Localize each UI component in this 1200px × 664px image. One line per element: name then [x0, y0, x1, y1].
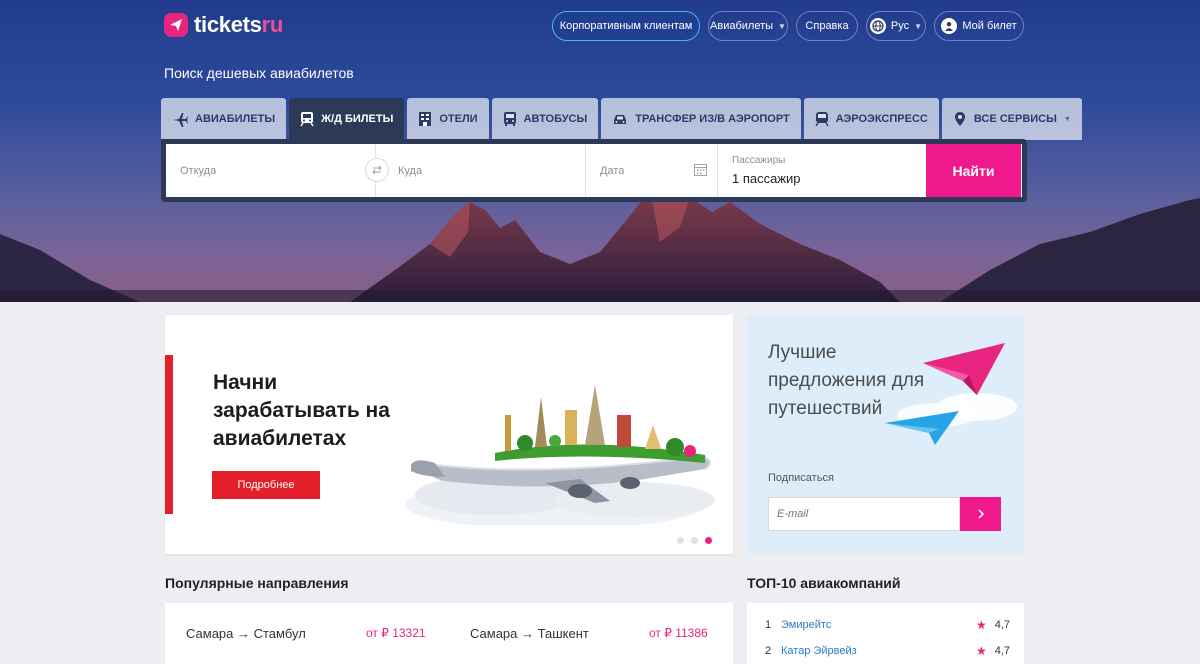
banner-headline: Начни зарабатывать на авиабилетах: [213, 371, 390, 450]
from-field[interactable]: Откуда: [166, 144, 376, 197]
corporate-clients-label: Корпоративным клиентам: [559, 20, 693, 32]
user-icon: [941, 18, 958, 34]
airline-name[interactable]: Эмирейтс: [781, 619, 976, 631]
airline-name[interactable]: Катар Эйрвейз: [781, 645, 976, 657]
star-icon: ★: [975, 618, 987, 632]
route-link[interactable]: Самара → Стамбул: [186, 626, 306, 641]
airplane-icon: [173, 113, 188, 127]
passengers-field[interactable]: Пассажиры 1 пассажир: [718, 144, 926, 197]
car-icon: [614, 115, 627, 124]
tab-label: АВТОБУСЫ: [523, 113, 588, 125]
airplane-travel-illustration: [405, 385, 715, 525]
tab-label: ОТЕЛИ: [439, 113, 478, 125]
to-placeholder: Куда: [398, 164, 423, 177]
aeroexpress-icon: [815, 112, 829, 127]
email-field[interactable]: [768, 497, 960, 531]
star-icon: ★: [975, 644, 987, 658]
tab-buses[interactable]: АВТОБУСЫ: [491, 98, 599, 140]
swap-direction-icon[interactable]: [365, 158, 389, 182]
service-tabs: АВИАБИЛЕТЫ Ж/Д БИЛЕТЫ ОТЕЛИ АВТОБУСЫ ТРА…: [161, 98, 1082, 140]
hero-subtitle: Поиск дешевых авиабилетов: [164, 65, 354, 81]
subscribe-title: Лучшие предложения для путешествий: [768, 342, 925, 419]
search-form: Откуда Куда Дата Пассажиры 1 пассажир На…: [161, 139, 1027, 202]
chevron-right-icon: [977, 509, 984, 519]
language-label: Рус: [890, 20, 910, 32]
list-item[interactable]: 1 Эмирейтс ★ 4,7: [765, 617, 1010, 633]
hotel-icon: [419, 112, 432, 126]
carousel-dot[interactable]: [691, 537, 698, 544]
list-item[interactable]: 2 Катар Эйрвейз ★ 4,7: [765, 643, 1010, 659]
subscribe-label: Подписаться: [768, 472, 834, 484]
tab-all-services[interactable]: ВСЕ СЕРВИСЫ ▼: [941, 98, 1082, 140]
top-airlines-list: 1 Эмирейтс ★ 4,7 2 Катар Эйрвейз ★ 4,7: [747, 603, 1024, 664]
date-placeholder: Дата: [600, 164, 625, 177]
from-placeholder: Откуда: [180, 164, 217, 177]
promo-banner[interactable]: Начни зарабатывать на авиабилетах Подроб…: [165, 315, 733, 554]
subscribe-submit-button[interactable]: [960, 497, 1001, 531]
my-ticket-label: Мой билет: [962, 20, 1017, 32]
train-icon: [300, 112, 314, 127]
logo-text: ticketsru: [194, 12, 284, 37]
tab-transfer[interactable]: ТРАНСФЕР ИЗ/В АЭРОПОРТ: [601, 98, 801, 140]
help-label: Справка: [805, 20, 849, 32]
airline-rating: 4,7: [994, 619, 1010, 631]
map-pin-icon: [954, 112, 965, 126]
subscribe-card: Лучшие предложения для путешествий Подпи…: [747, 315, 1024, 554]
passengers-label: Пассажиры: [732, 155, 786, 166]
carousel-dot-active[interactable]: [705, 537, 712, 544]
logo[interactable]: ticketsru: [164, 12, 283, 38]
tab-hotels[interactable]: ОТЕЛИ: [407, 98, 489, 140]
tab-trains[interactable]: Ж/Д БИЛЕТЫ: [289, 98, 405, 140]
globe-icon: [869, 18, 886, 34]
tab-label: Ж/Д БИЛЕТЫ: [321, 113, 394, 125]
tab-label: ВСЕ СЕРВИСЫ: [973, 113, 1057, 125]
tab-aeroexpress[interactable]: АЭРОЭКСПРЕСС: [803, 98, 939, 140]
airline-rank: 2: [765, 645, 772, 657]
top-airlines-title: ТОП-10 авиакомпаний: [747, 575, 901, 591]
carousel-dots: [677, 537, 712, 544]
route-link[interactable]: Самара → Ташкент: [470, 626, 589, 641]
airline-rank: 1: [765, 619, 772, 631]
date-field[interactable]: Дата: [586, 144, 718, 197]
banner-accent-bar: [165, 355, 173, 514]
language-selector[interactable]: Рус ▼: [866, 11, 926, 41]
tab-label: АВИАБИЛЕТЫ: [195, 113, 276, 125]
my-ticket-button[interactable]: Мой билет: [934, 11, 1024, 41]
flights-menu-label: Авиабилеты: [710, 20, 774, 32]
logo-plane-icon: [164, 13, 188, 37]
search-button[interactable]: Найти: [926, 144, 1021, 197]
route-price[interactable]: от ₽ 11386: [649, 626, 708, 640]
tab-label: ТРАНСФЕР ИЗ/В АЭРОПОРТ: [635, 113, 790, 125]
route-price[interactable]: от ₽ 13321: [366, 626, 426, 640]
popular-destinations-title: Популярные направления: [165, 575, 349, 591]
carousel-dot[interactable]: [677, 537, 684, 544]
help-button[interactable]: Справка: [796, 11, 858, 41]
passengers-value: 1 пассажир: [732, 171, 801, 186]
tab-label: АЭРОЭКСПРЕСС: [835, 113, 928, 125]
corporate-clients-button[interactable]: Корпоративным клиентам: [552, 11, 700, 41]
to-field[interactable]: Куда: [376, 144, 586, 197]
flights-menu-button[interactable]: Авиабилеты ▼: [708, 11, 788, 41]
popular-destinations-list: Самара → Стамбул от ₽ 13321 Самара → Таш…: [165, 603, 733, 664]
chevron-down-icon: ▼: [778, 21, 786, 31]
bus-icon: [503, 112, 516, 126]
tab-flights[interactable]: АВИАБИЛЕТЫ: [161, 98, 287, 140]
banner-more-button[interactable]: Подробнее: [212, 471, 320, 499]
chevron-down-icon: ▼: [1063, 115, 1071, 123]
chevron-down-icon: ▼: [914, 21, 923, 31]
calendar-icon: [694, 164, 707, 176]
airline-rating: 4,7: [994, 645, 1010, 657]
